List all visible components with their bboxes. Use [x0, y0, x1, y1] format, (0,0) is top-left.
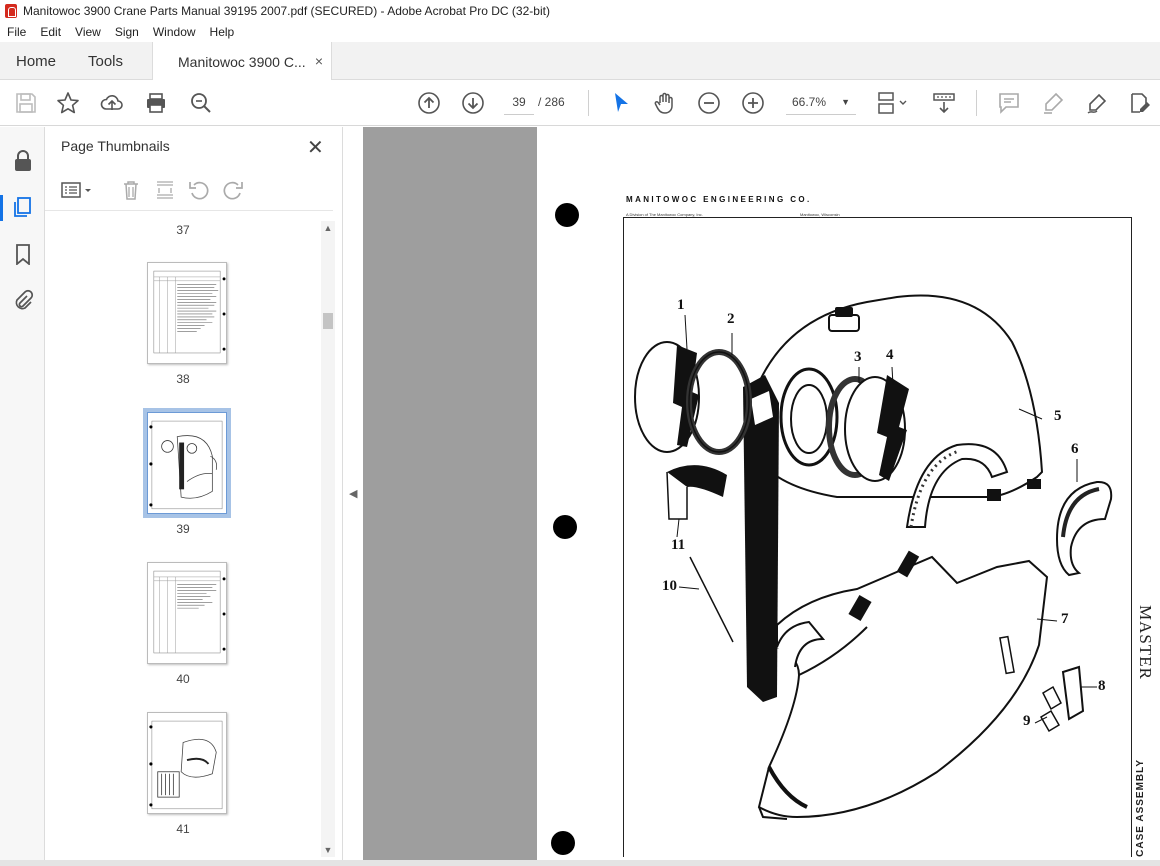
thumbnail-label: 41	[176, 822, 190, 836]
plus-circle-icon[interactable]	[741, 91, 765, 115]
callout-2: 2	[727, 311, 735, 327]
chevron-left-icon[interactable]: ◀	[349, 487, 357, 500]
callout-3: 3	[854, 349, 862, 365]
pdf-page: MANITOWOC ENGINEERING CO. A Division of …	[537, 127, 1160, 860]
scroll-down-icon[interactable]: ▼	[321, 843, 335, 857]
menu-view[interactable]: View	[68, 25, 108, 39]
acrobat-icon	[5, 4, 17, 18]
page-number-input[interactable]: 39	[504, 91, 534, 115]
scrollbar-thumb[interactable]	[323, 313, 333, 329]
minus-circle-icon[interactable]	[697, 91, 721, 115]
save-icon[interactable]	[14, 91, 38, 115]
menu-edit[interactable]: Edit	[33, 25, 68, 39]
thumbnail-label: 38	[176, 372, 190, 386]
arrow-down-circle-icon[interactable]	[461, 91, 485, 115]
callout-9: 9	[1023, 713, 1031, 729]
comment-icon[interactable]	[997, 91, 1021, 115]
scroll-up-icon[interactable]: ▲	[321, 221, 335, 235]
arrow-up-circle-icon[interactable]	[417, 91, 441, 115]
callout-7: 7	[1061, 611, 1069, 627]
callout-11: 11	[671, 537, 686, 553]
edit-pdf-icon[interactable]	[1128, 91, 1152, 115]
pen-icon[interactable]	[1085, 91, 1109, 115]
zoom-select[interactable]: 66.7% ▼	[786, 91, 856, 115]
chevron-down-icon: ▼	[841, 97, 850, 107]
delete-icon[interactable]	[120, 179, 142, 201]
close-icon[interactable]: ✕	[307, 135, 324, 160]
page-thumbnails-icon[interactable]	[12, 196, 34, 218]
toolbar-divider	[588, 90, 589, 116]
thumbnail-page-40[interactable]	[147, 562, 227, 664]
rail-active-indicator	[0, 195, 3, 221]
highlight-icon[interactable]	[1041, 91, 1065, 115]
menu-help[interactable]: Help	[203, 25, 242, 39]
side-label-title: CASE ASSEMBLY	[1135, 759, 1146, 857]
options-menu-icon[interactable]	[60, 179, 94, 201]
tab-document[interactable]: Manitowoc 3900 C... ×	[152, 42, 332, 81]
bookmark-icon[interactable]	[12, 243, 34, 266]
window-title: Manitowoc 3900 Crane Parts Manual 39195 …	[23, 4, 550, 18]
thumbnail-scrollbar[interactable]: ▲ ▼	[321, 221, 335, 857]
attachment-icon[interactable]	[12, 289, 34, 311]
lock-icon[interactable]	[12, 150, 34, 172]
fit-page-icon[interactable]	[876, 91, 910, 115]
panel-collapse-handle[interactable]: ◀	[345, 127, 363, 866]
star-icon[interactable]	[56, 91, 80, 115]
page-total: / 286	[538, 95, 565, 109]
thumbnail-page-39[interactable]	[143, 408, 231, 518]
cursor-icon[interactable]	[609, 91, 633, 115]
extract-page-icon[interactable]	[154, 179, 176, 201]
callout-5: 5	[1054, 408, 1062, 424]
rotate-left-icon[interactable]	[188, 179, 210, 201]
thumbnail-page-38[interactable]	[147, 262, 227, 364]
tab-tools[interactable]: Tools	[88, 42, 123, 80]
tab-close-icon[interactable]: ×	[315, 53, 323, 69]
thumbnail-label: 40	[176, 672, 190, 686]
rotate-right-icon[interactable]	[222, 179, 244, 201]
callout-10: 10	[662, 578, 677, 594]
side-label-master: MASTER	[1136, 605, 1155, 680]
tab-document-label: Manitowoc 3900 C...	[178, 53, 306, 70]
menu-file[interactable]: File	[0, 25, 33, 39]
tab-bar: Home Tools Manitowoc 3900 C... ×	[0, 42, 1160, 81]
callout-8: 8	[1098, 678, 1106, 694]
menu-bar: File Edit View Sign Window Help	[0, 22, 1160, 42]
bottom-scrollbar[interactable]	[0, 860, 1160, 866]
hand-icon[interactable]	[653, 91, 677, 115]
upload-icon[interactable]	[100, 91, 124, 115]
tab-home[interactable]: Home	[16, 42, 56, 80]
callout-1: 1	[677, 297, 685, 313]
panel-toolbar	[45, 171, 333, 211]
thumbnail-label: 39	[176, 522, 190, 536]
title-bar: Manitowoc 3900 Crane Parts Manual 39195 …	[0, 0, 1160, 22]
scroll-mode-icon[interactable]	[932, 91, 956, 115]
magnify-icon[interactable]	[189, 91, 213, 115]
callout-4: 4	[886, 347, 894, 363]
toolbar-divider	[976, 90, 977, 116]
zoom-value: 66.7%	[792, 95, 827, 109]
thumbnail-label: 37	[176, 223, 190, 237]
menu-window[interactable]: Window	[146, 25, 203, 39]
print-icon[interactable]	[144, 91, 168, 115]
exploded-case-drawing	[634, 294, 1113, 820]
callout-6: 6	[1071, 441, 1079, 457]
left-rail	[0, 127, 45, 866]
panel-title: Page Thumbnails	[61, 138, 170, 154]
thumbnails-panel: Page Thumbnails ✕ 37 38 39 40 41	[45, 127, 343, 866]
toolbar	[0, 80, 1160, 126]
thumbnail-page-41[interactable]	[147, 712, 227, 814]
menu-sign[interactable]: Sign	[108, 25, 146, 39]
thumbnail-list[interactable]: 37 38 39 40 41	[45, 212, 321, 866]
